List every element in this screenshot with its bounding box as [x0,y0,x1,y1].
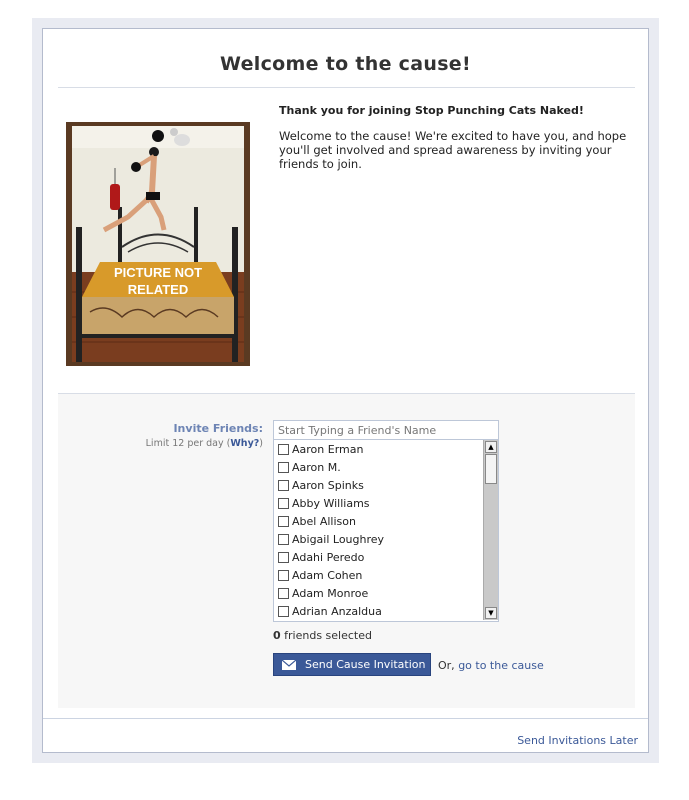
invite-friends-label: Invite Friends: [173,422,263,435]
friend-checkbox[interactable] [278,461,289,473]
friend-row[interactable]: Adam Cohen [274,566,498,584]
invite-panel: Invite Friends: Limit 12 per day (Why?) … [58,393,635,708]
limit-text: Limit 12 per day [145,438,224,449]
friend-checkbox[interactable] [278,551,289,563]
friend-checkbox[interactable] [278,443,289,455]
friend-name: Abby Williams [292,496,370,510]
invite-limit: Limit 12 per day (Why?) [145,438,263,449]
friend-row[interactable]: Aaron Spinks [274,476,498,494]
thanks-heading: Thank you for joining Stop Punching Cats… [279,104,584,117]
friend-row[interactable]: Abel Allison [274,512,498,530]
send-invitations-later-link[interactable]: Send Invitations Later [517,734,638,747]
friend-row[interactable]: Aaron Erman [274,440,498,458]
scroll-thumb[interactable] [485,454,497,484]
friend-row[interactable]: Abigail Loughrey [274,530,498,548]
friend-name: Adam Monroe [292,586,369,600]
dialog-title: Welcome to the cause! [220,53,471,75]
friend-checkbox[interactable] [278,587,289,599]
friend-row[interactable]: Adam Monroe [274,584,498,602]
send-invitation-button[interactable]: Send Cause Invitation [273,653,431,676]
friend-checkbox[interactable] [278,605,289,617]
friend-row[interactable]: Aaron M. [274,458,498,476]
scroll-up-icon[interactable]: ▲ [485,441,497,453]
friend-name: Aaron Spinks [292,478,364,492]
send-invitation-label: Send Cause Invitation [305,658,426,671]
envelope-icon [282,659,296,670]
friend-row[interactable]: Adahi Peredo [274,548,498,566]
welcome-dialog: Welcome to the cause! PICTURE NOT RELATE… [42,28,649,753]
friend-name: Adam Cohen [292,568,363,582]
friend-name: Abigail Loughrey [292,532,385,546]
friend-name: Abel Allison [292,514,356,528]
or-text: Or, [438,659,455,672]
cause-photo: PICTURE NOT RELATED [66,122,250,366]
alt-action: Or, go to the cause [438,659,544,672]
friend-checkbox[interactable] [278,515,289,527]
friend-name: Adrian Anzaldua [292,604,382,618]
friend-row[interactable]: Abby Williams [274,494,498,512]
friend-list-scrollbar[interactable]: ▲ ▼ [483,440,498,620]
friend-checkbox[interactable] [278,479,289,491]
go-to-cause-link[interactable]: go to the cause [458,659,544,672]
selected-count: 0 [273,629,281,642]
friend-name: Aaron Erman [292,442,364,456]
friend-list[interactable]: Aaron Erman Aaron M. Aaron Spinks Abby W… [273,440,499,622]
friend-row[interactable]: Adrian Anzaldua [274,602,498,620]
friend-name: Adahi Peredo [292,550,365,564]
scroll-down-icon[interactable]: ▼ [485,607,497,619]
title-divider [58,87,635,88]
welcome-text: Welcome to the cause! We're excited to h… [279,129,627,171]
dialog-frame: Welcome to the cause! PICTURE NOT RELATE… [32,18,659,763]
photo-caption-line2: RELATED [128,282,188,297]
friend-name: Aaron M. [292,460,341,474]
friend-checkbox[interactable] [278,533,289,545]
friend-search-input[interactable] [273,420,499,440]
dialog-footer-divider [43,718,648,719]
selected-suffix: friends selected [284,629,372,642]
friend-checkbox[interactable] [278,497,289,509]
selected-count-text: 0 friends selected [273,629,372,642]
why-link[interactable]: Why? [230,438,259,449]
photo-caption-line1: PICTURE NOT [114,265,202,280]
friend-checkbox[interactable] [278,569,289,581]
